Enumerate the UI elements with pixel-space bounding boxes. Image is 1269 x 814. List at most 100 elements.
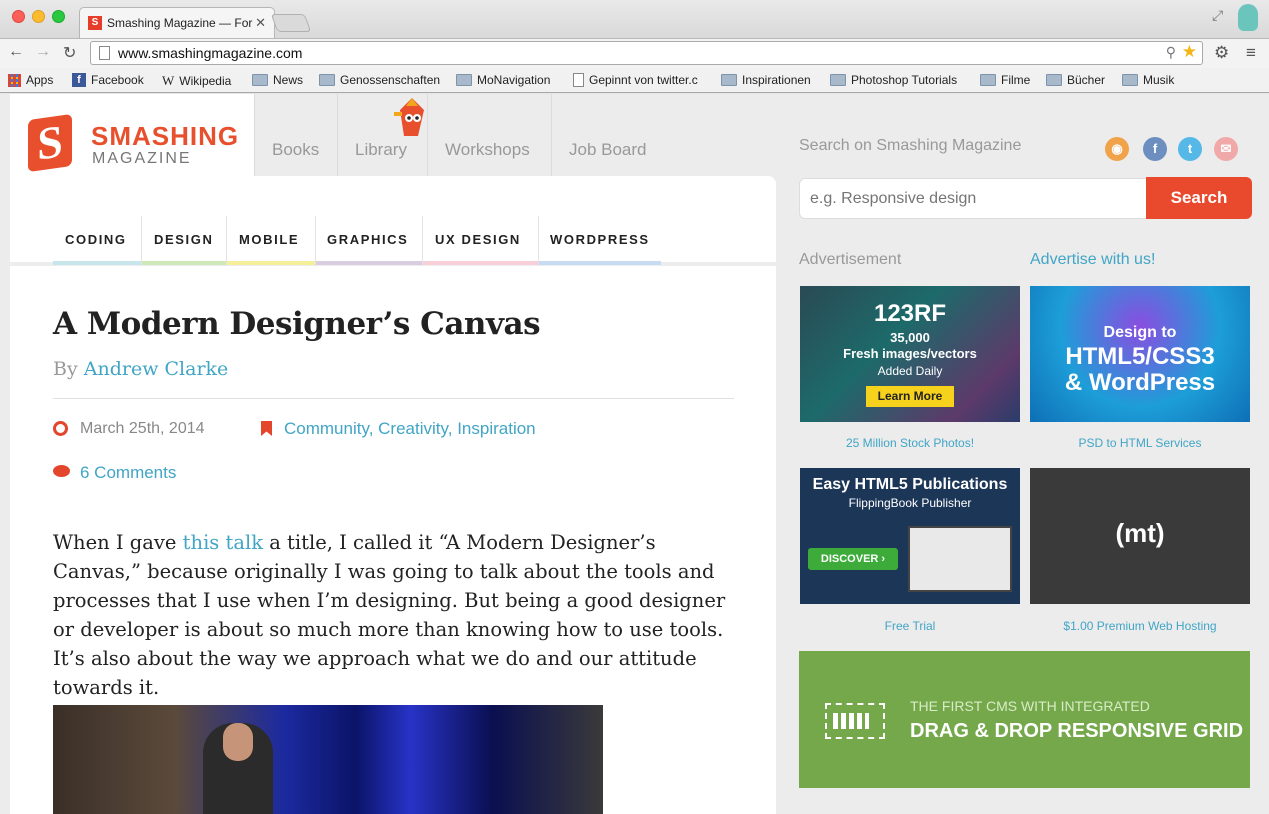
site-logo[interactable]: S SMASHING MAGAZINE (10, 94, 254, 178)
bookmark-photoshop-tutorials[interactable]: Photoshop Tutorials (830, 73, 957, 87)
ad-caption[interactable]: Free Trial (800, 619, 1020, 633)
advertise-link[interactable]: Advertise with us! (1030, 251, 1155, 269)
ad-headline: Easy HTML5 Publications (812, 476, 1008, 493)
folder-icon (1046, 74, 1062, 86)
category-graphics[interactable]: GRAPHICS (327, 232, 408, 247)
smashing-favicon-icon: S (88, 16, 102, 30)
browser-tab[interactable]: S Smashing Magazine — For ✕ (79, 7, 275, 38)
bookmark-musik[interactable]: Musik (1122, 73, 1174, 87)
category-underline (53, 261, 141, 265)
rss-icon[interactable]: ◉ (1105, 137, 1129, 161)
category-underline (423, 261, 538, 265)
bookmark-label: Genossenschaften (340, 73, 441, 87)
nav-divider (337, 94, 338, 178)
bookmark-news[interactable]: News (252, 73, 303, 87)
search-input[interactable] (799, 178, 1147, 219)
ad-psd-to-html[interactable]: Design to HTML5/CSS3 & WordPress (1030, 286, 1250, 422)
minimize-window-button[interactable] (32, 10, 45, 23)
search-button[interactable]: Search (1146, 177, 1252, 219)
bookmark-label: News (273, 73, 304, 87)
twitter-icon[interactable]: t (1178, 137, 1202, 161)
extension-gear-icon[interactable]: ⚙ (1214, 43, 1229, 63)
apps-grid-icon (8, 73, 21, 87)
category-divider (141, 216, 142, 266)
nav-divider (254, 94, 255, 178)
bookmark-buecher[interactable]: Bücher (1046, 73, 1105, 87)
bookmark-label: MoNavigation (477, 73, 551, 87)
bookmark-filme[interactable]: Filme (980, 73, 1030, 87)
ad-line: Fresh images/vectors (843, 346, 977, 361)
category-divider (538, 216, 539, 266)
category-link-community[interactable]: Community (284, 419, 369, 438)
ad-device-image (908, 526, 1012, 592)
bookmark-monavigation[interactable]: MoNavigation (456, 73, 550, 87)
clock-icon (53, 421, 68, 436)
talk-link[interactable]: this talk (183, 531, 263, 554)
category-link-creativity[interactable]: Creativity (378, 419, 448, 438)
url-text: www.smashingmagazine.com (118, 45, 303, 61)
nav-divider (551, 94, 552, 178)
address-bar[interactable]: www.smashingmagazine.com ⚲ ★ (90, 41, 1203, 65)
ad-discover-button[interactable]: DISCOVER › (808, 548, 898, 570)
bookmark-star-icon[interactable]: ★ (1182, 42, 1197, 62)
category-link-inspiration[interactable]: Inspiration (457, 419, 535, 438)
fullscreen-icon[interactable]: ⤢ (1212, 7, 1223, 24)
close-window-button[interactable] (12, 10, 25, 23)
search-label: Search on Smashing Magazine (799, 137, 1022, 154)
profile-avatar-icon[interactable] (1238, 4, 1258, 31)
folder-icon (319, 74, 335, 86)
ad-caption[interactable]: $1.00 Premium Web Hosting (1030, 619, 1250, 633)
comments-link[interactable]: 6 Comments (80, 463, 176, 483)
category-coding[interactable]: CODING (65, 232, 127, 247)
bookmark-label: Bücher (1067, 73, 1106, 87)
intro-text-end: a title, I called it “A Modern Designer’… (53, 531, 726, 699)
author-link[interactable]: Andrew Clarke (84, 358, 229, 380)
bookmark-wikipedia[interactable]: W Wikipedia (162, 73, 231, 89)
back-arrow-icon[interactable]: ← (8, 43, 24, 61)
category-design[interactable]: DESIGN (154, 232, 213, 247)
article-intro: When I gave this talk a title, I called … (53, 528, 743, 702)
forward-arrow-icon[interactable]: → (35, 43, 51, 61)
page-icon (99, 46, 110, 60)
bookmark-facebook[interactable]: f Facebook (72, 73, 144, 87)
bookmark-apps[interactable]: Apps (8, 73, 53, 87)
ad-media-temple[interactable]: (mt) (1030, 468, 1250, 604)
tab-close-icon[interactable]: ✕ (255, 15, 266, 31)
category-ux-design[interactable]: UX DESIGN (435, 232, 521, 247)
bookmark-genossenschaften[interactable]: Genossenschaften (319, 73, 440, 87)
category-underline (539, 261, 661, 265)
category-underline (316, 261, 422, 265)
bookmark-label: Photoshop Tutorials (851, 73, 958, 87)
nav-job-board[interactable]: Job Board (569, 140, 647, 160)
bookmarks-bar: Apps f Facebook W Wikipedia News Genosse… (0, 68, 1269, 93)
category-bookmark-icon (261, 421, 272, 436)
category-underline (142, 261, 226, 265)
facebook-icon[interactable]: f (1143, 137, 1167, 161)
nav-library[interactable]: Library (355, 140, 407, 160)
reload-icon[interactable]: ↻ (63, 43, 76, 63)
ad-flippingbook[interactable]: Easy HTML5 Publications FlippingBook Pub… (800, 468, 1020, 604)
bookmark-gepinnt[interactable]: Gepinnt von twitter.c (573, 73, 708, 87)
ad-learn-more-button[interactable]: Learn More (866, 386, 954, 407)
ad-caption[interactable]: PSD to HTML Services (1030, 436, 1250, 450)
nav-workshops[interactable]: Workshops (445, 140, 530, 160)
zoom-window-button[interactable] (52, 10, 65, 23)
nav-books[interactable]: Books (272, 140, 319, 160)
new-tab-button[interactable] (270, 14, 312, 32)
article-byline: By Andrew Clarke (53, 358, 228, 380)
page-icon (573, 73, 584, 87)
ad-caption[interactable]: 25 Million Stock Photos! (800, 436, 1020, 450)
zoom-icon[interactable]: ⚲ (1166, 44, 1176, 61)
ad-line: FlippingBook Publisher (848, 496, 972, 510)
email-icon[interactable]: ✉ (1214, 137, 1238, 161)
cms-banner[interactable]: THE FIRST CMS WITH INTEGRATED DRAG & DRO… (799, 651, 1250, 788)
category-wordpress[interactable]: WORDPRESS (550, 232, 650, 247)
bookmark-label: Inspirationen (742, 73, 811, 87)
menu-icon[interactable]: ≡ (1246, 43, 1256, 63)
ad-123rf[interactable]: 123RF 35,000 Fresh images/vectors Added … (800, 286, 1020, 422)
bookmark-inspirationen[interactable]: Inspirationen (721, 73, 811, 87)
logo-s-mark: S (28, 113, 72, 173)
article-photo (53, 705, 603, 814)
intro-text-start: When I gave (53, 531, 183, 554)
category-mobile[interactable]: MOBILE (239, 232, 299, 247)
